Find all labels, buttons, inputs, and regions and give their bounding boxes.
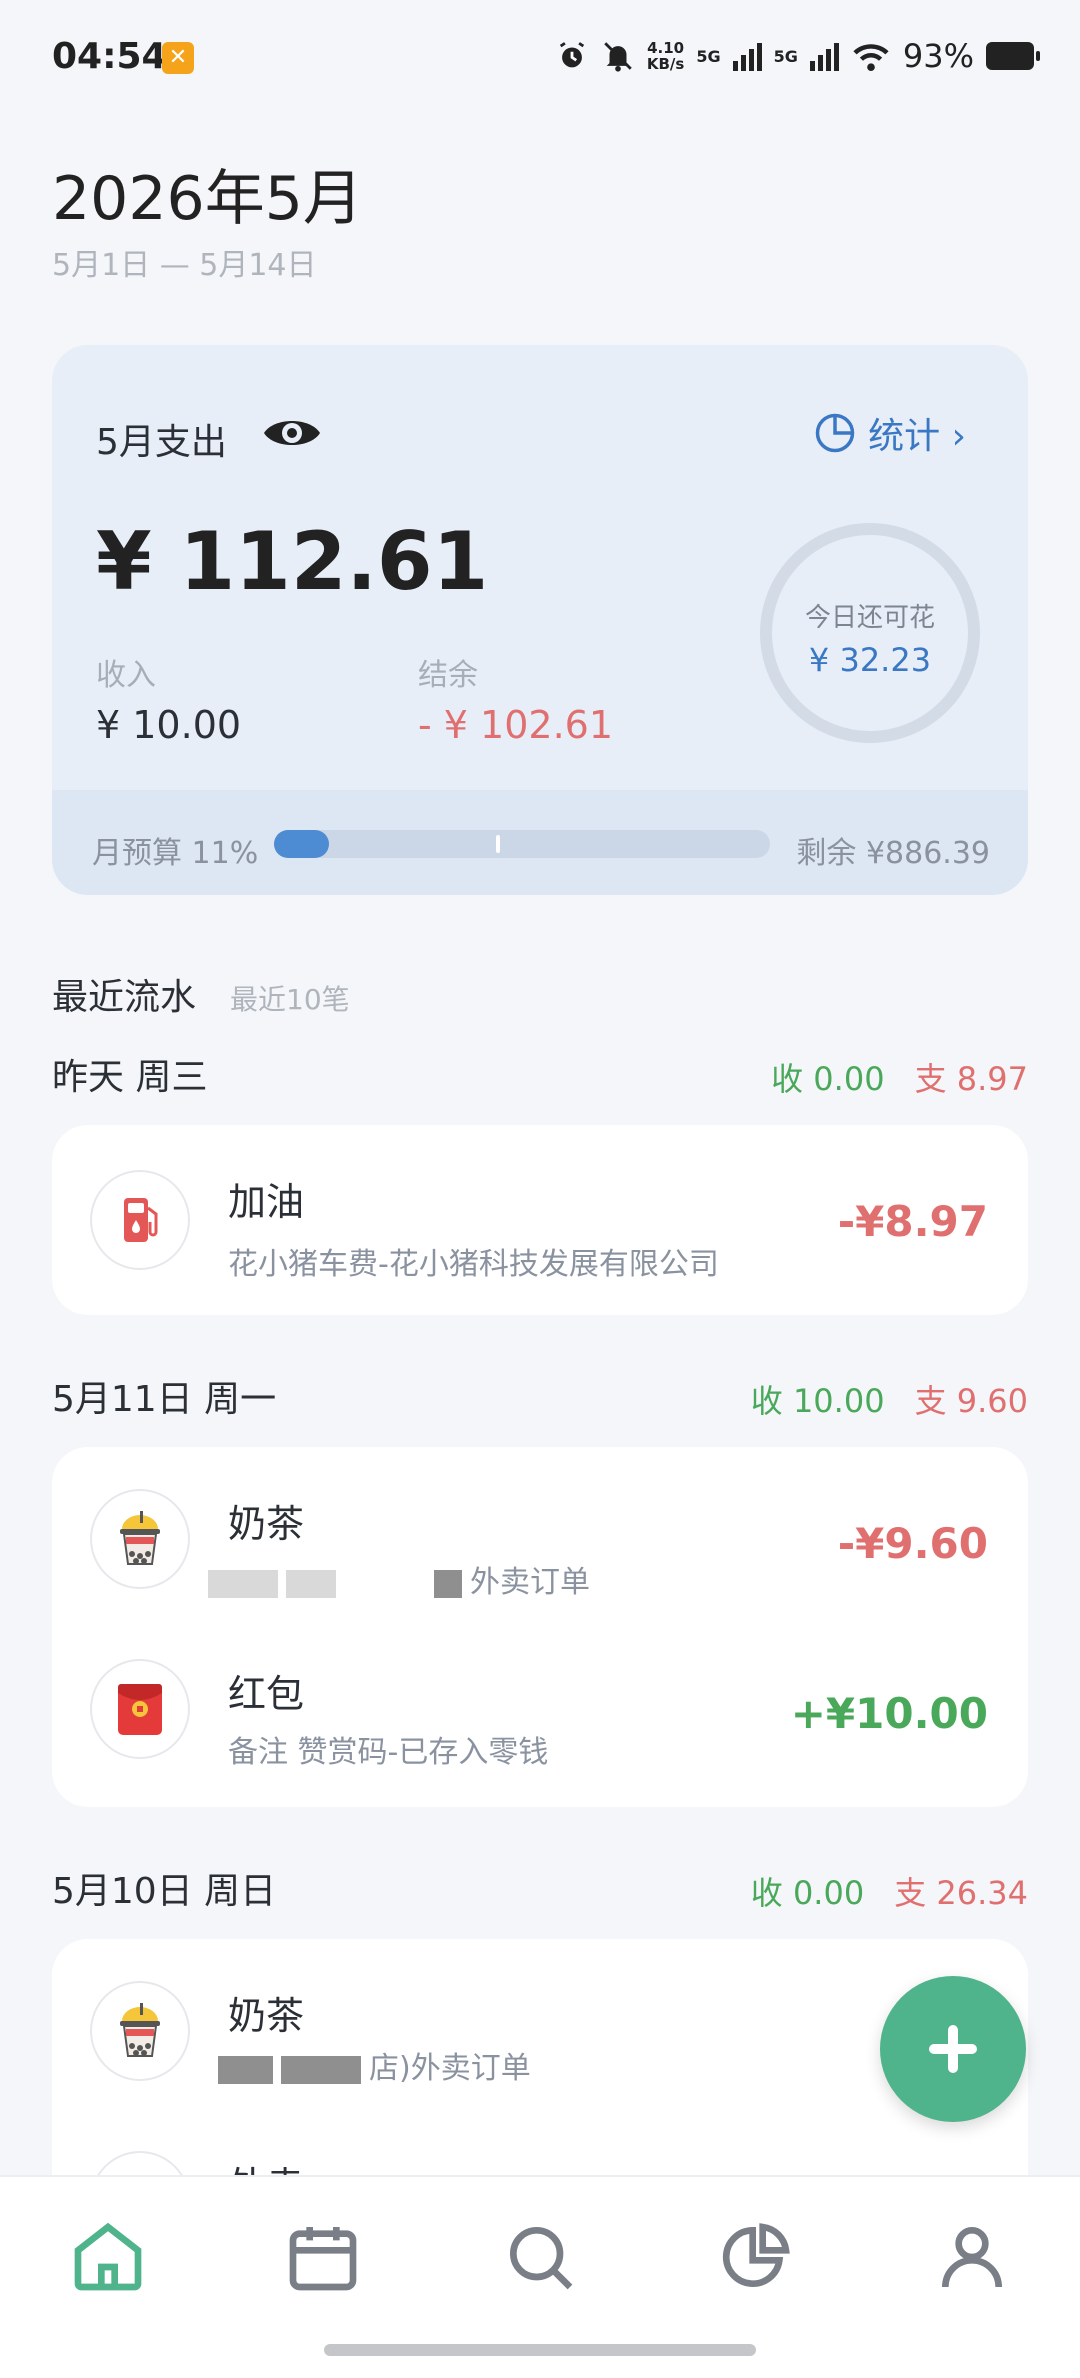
day-sums: 收 0.00 支 26.34 <box>751 1868 1028 1914</box>
redacted-text <box>434 1569 462 1598</box>
battery-icon <box>986 42 1040 70</box>
recent-subtitle: 最近10笔 <box>230 983 350 1016</box>
day-header: 5月11日 周一 收 10.00 支 9.60 <box>52 1370 1028 1420</box>
day-expense: 支 26.34 <box>894 1874 1028 1912</box>
profile-icon <box>942 2227 1002 2288</box>
transaction-amount: +¥10.00 <box>790 1689 988 1738</box>
transaction-item[interactable]: 奶茶 店)外卖订单 -¥ <box>52 1939 1028 2109</box>
transaction-list: 奶茶 外卖订单 -¥9.60 红包 备注 赞赏码-已存入零钱 +¥10.00 <box>52 1447 1028 1807</box>
day-expense: 支 8.97 <box>914 1060 1028 1098</box>
expense-label: 5月支出 <box>96 422 227 463</box>
search-icon <box>509 2227 573 2290</box>
day-sums: 收 10.00 支 9.60 <box>751 1376 1028 1422</box>
nav-statistics[interactable] <box>716 2217 796 2297</box>
category-label: 红包 <box>228 1672 305 1716</box>
statistics-label: 统计 › <box>868 416 966 457</box>
net-speed: 4.10 KB/s <box>646 39 685 73</box>
nav-profile[interactable] <box>932 2217 1012 2297</box>
mute-bell-icon <box>604 42 632 72</box>
transaction-note: 花小猪车费-花小猪科技发展有限公司 <box>228 1247 719 1282</box>
today-value: ¥ 32.23 <box>808 641 932 679</box>
redacted-text <box>286 1569 336 1598</box>
day-label: 昨天 周三 <box>52 1057 208 1098</box>
day-income: 收 0.00 <box>750 1874 865 1912</box>
budget-label: 月预算 11% <box>92 836 259 871</box>
status-bar: 04:54 ✕ 4.10 KB/s 5G 5G 93% <box>0 0 1080 120</box>
signal-icon <box>732 41 762 71</box>
day-income: 收 10.00 <box>750 1382 885 1420</box>
monthly-summary-card[interactable]: 5月支出 统计 › ¥ 112.61 收入 ¥ 10.00 结余 - ¥ 102… <box>52 345 1028 895</box>
nav-calendar[interactable] <box>283 2217 363 2297</box>
calendar-icon <box>289 2227 357 2291</box>
transaction-note-row: 店)外卖订单 <box>218 2043 531 2087</box>
day-header: 昨天 周三 收 0.00 支 8.97 <box>52 1048 1028 1098</box>
statistics-link[interactable]: 统计 › <box>814 407 966 459</box>
signal-icon <box>809 41 839 71</box>
redacted-text <box>208 1569 278 1598</box>
budget-remaining: 剩余 ¥886.39 <box>796 836 990 871</box>
nav-home[interactable] <box>68 2217 148 2297</box>
day-expense: 支 9.60 <box>914 1382 1028 1420</box>
redacted-text <box>218 2055 273 2084</box>
status-icons: 4.10 KB/s 5G 5G 93% <box>555 36 1040 76</box>
day-label: 5月10日 周日 <box>52 1871 277 1912</box>
day-income: 收 0.00 <box>771 1060 885 1098</box>
status-time: 04:54 <box>52 36 167 77</box>
nav-search[interactable] <box>500 2217 580 2297</box>
today-budget-ring[interactable]: 今日还可花 ¥ 32.23 <box>760 523 980 743</box>
transaction-item[interactable]: 奶茶 外卖订单 -¥9.60 <box>52 1447 1028 1617</box>
balance-label: 结余 <box>418 658 478 693</box>
transaction-item[interactable]: 红包 备注 赞赏码-已存入零钱 +¥10.00 <box>52 1617 1028 1787</box>
home-icon <box>74 2222 142 2291</box>
date-range: 5月1日 — 5月14日 <box>52 248 317 283</box>
sim2-label: 5G <box>773 46 798 66</box>
progress-marker <box>496 835 500 853</box>
budget-progress-fill <box>274 830 329 858</box>
redacted-text <box>281 2055 361 2084</box>
sim1-label: 5G <box>696 46 721 66</box>
expense-amount: ¥ 112.61 <box>96 515 489 608</box>
milk-tea-icon <box>90 1489 190 1589</box>
eye-icon[interactable] <box>262 413 322 453</box>
transaction-item[interactable]: 加油 花小猪车费-花小猪科技发展有限公司 -¥8.97 <box>52 1125 1028 1315</box>
budget-progress-track <box>274 830 770 858</box>
transaction-note: 外卖订单 <box>470 1565 590 1600</box>
transaction-note: 店)外卖订单 <box>369 2051 531 2086</box>
fuel-icon <box>90 1170 190 1270</box>
day-label: 5月11日 周一 <box>52 1379 277 1420</box>
day-sums: 收 0.00 支 8.97 <box>771 1054 1028 1100</box>
milk-tea-icon <box>90 1981 190 2081</box>
budget-bar[interactable]: 月预算 11% 剩余 ¥886.39 <box>52 790 1028 895</box>
page-title[interactable]: 2026年5月 <box>52 150 363 237</box>
category-label: 奶茶 <box>228 1502 305 1546</box>
home-indicator[interactable] <box>324 2344 756 2356</box>
transaction-note: 备注 赞赏码-已存入零钱 <box>228 1735 549 1770</box>
transaction-amount: -¥9.60 <box>837 1519 988 1568</box>
app-notification-icon: ✕ <box>162 42 194 74</box>
pie-chart-icon <box>815 413 855 453</box>
income-label: 收入 <box>96 658 156 693</box>
add-transaction-button[interactable] <box>880 1976 1026 2122</box>
red-envelope-icon <box>90 1659 190 1759</box>
category-label: 奶茶 <box>228 1994 305 2038</box>
today-label: 今日还可花 <box>804 603 935 633</box>
transaction-note-row: 外卖订单 <box>208 1557 590 1601</box>
battery-percent: 93% <box>902 37 974 75</box>
statistics-icon <box>722 2223 790 2287</box>
plus-icon <box>929 2025 977 2073</box>
wifi-icon <box>853 44 889 72</box>
balance-amount: - ¥ 102.61 <box>418 703 614 747</box>
transaction-list: 加油 花小猪车费-花小猪科技发展有限公司 -¥8.97 <box>52 1125 1028 1315</box>
recent-title: 最近流水 <box>52 977 197 1018</box>
day-header: 5月10日 周日 收 0.00 支 26.34 <box>52 1862 1028 1912</box>
transaction-amount: -¥8.97 <box>837 1197 988 1246</box>
alarm-icon <box>559 42 584 68</box>
category-label: 加油 <box>228 1180 305 1224</box>
income-amount: ¥ 10.00 <box>96 703 242 747</box>
